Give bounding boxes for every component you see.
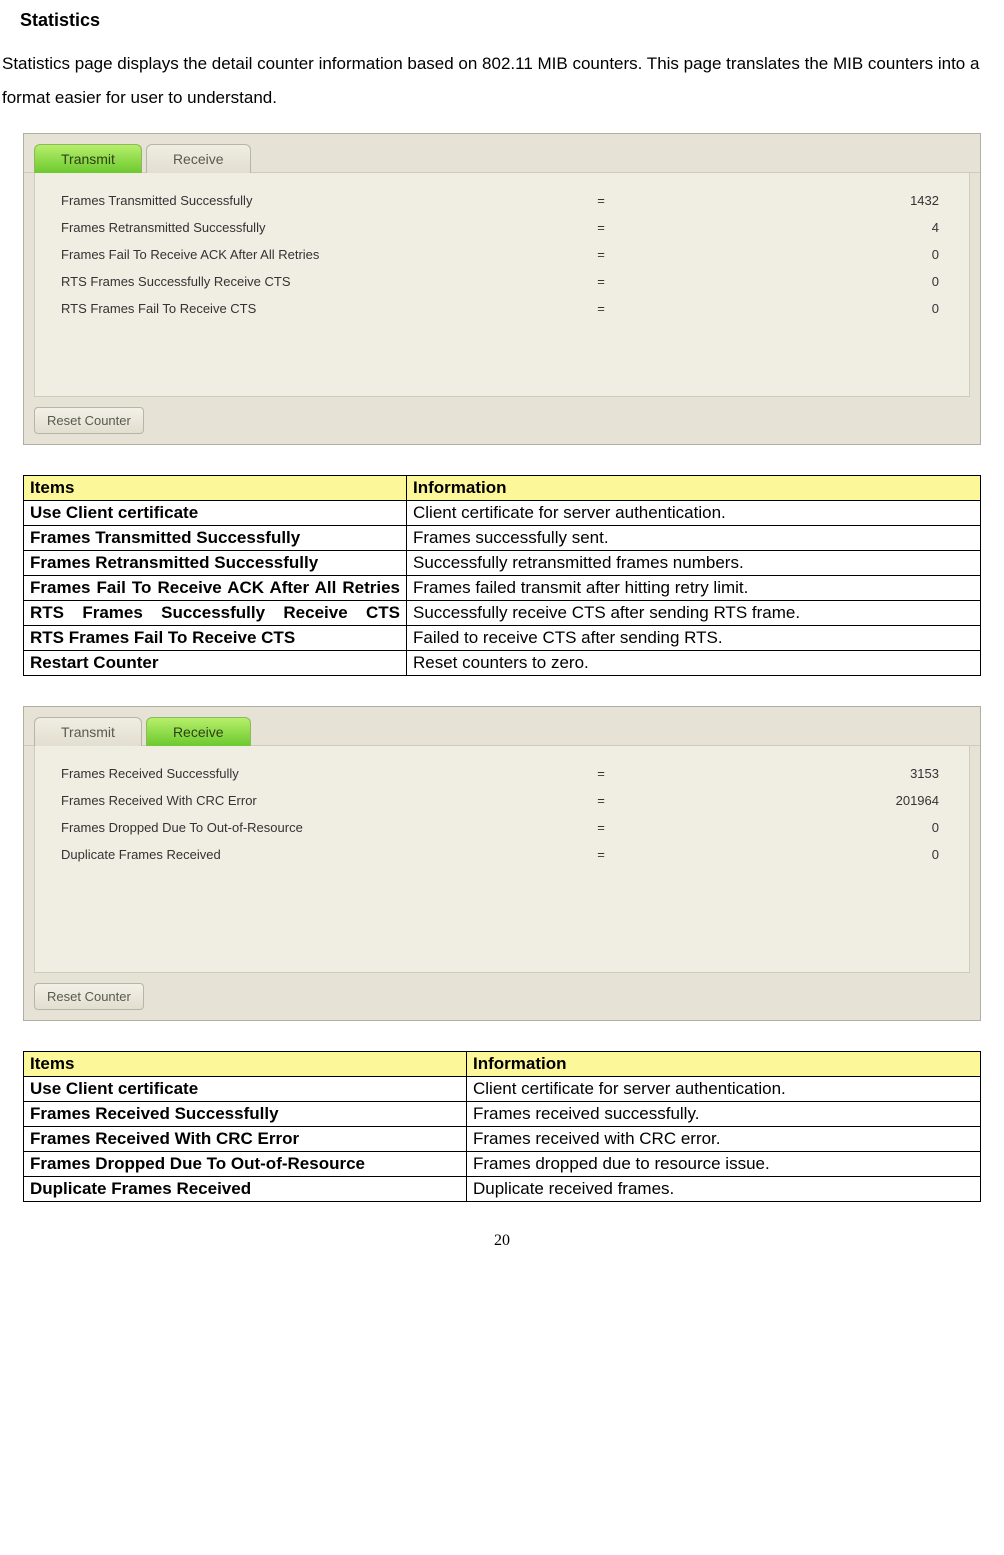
info-cell: Frames successfully sent. [407,526,981,551]
info-cell: Duplicate received frames. [467,1177,981,1202]
item-cell: Frames Dropped Due To Out-of-Resource [24,1152,467,1177]
table-row: Frames Fail To Receive ACK After All Ret… [24,576,981,601]
header-information: Information [407,476,981,501]
tab-transmit[interactable]: Transmit [34,717,142,746]
stat-label: RTS Frames Fail To Receive CTS [61,301,581,316]
stat-label: Frames Fail To Receive ACK After All Ret… [61,247,581,262]
info-cell: Frames failed transmit after hitting ret… [407,576,981,601]
section-title: Statistics [20,10,1004,31]
stat-value: 0 [621,247,969,262]
table-row: RTS Frames Fail To Receive CTS Failed to… [24,626,981,651]
item-cell: Frames Fail To Receive ACK After All Ret… [24,576,407,601]
receive-description-table: Items Information Use Client certificate… [23,1051,981,1202]
stat-value: 0 [621,820,969,835]
transmit-stats-panel: Transmit Receive Frames Transmitted Succ… [23,133,981,445]
table-row: Frames Received With CRC Error Frames re… [24,1127,981,1152]
tab-bar: Transmit Receive [24,134,980,173]
info-cell: Successfully receive CTS after sending R… [407,601,981,626]
item-cell: Use Client certificate [24,501,407,526]
stat-row: Duplicate Frames Received = 0 [35,841,969,868]
stat-value: 0 [621,301,969,316]
stat-row: Frames Transmitted Successfully = 1432 [35,187,969,214]
info-cell: Reset counters to zero. [407,651,981,676]
equals-sign: = [581,247,621,262]
stat-label: Frames Dropped Due To Out-of-Resource [61,820,581,835]
info-cell: Client certificate for server authentica… [467,1077,981,1102]
panel-bottom: Reset Counter [24,973,980,1020]
stat-row: Frames Dropped Due To Out-of-Resource = … [35,814,969,841]
page-number: 20 [0,1232,1004,1250]
item-cell: Frames Received With CRC Error [24,1127,467,1152]
table-row: RTS Frames Successfully Receive CTS Succ… [24,601,981,626]
stat-row: Frames Received Successfully = 3153 [35,760,969,787]
reset-counter-button[interactable]: Reset Counter [34,407,144,434]
stat-row: Frames Retransmitted Successfully = 4 [35,214,969,241]
item-cell: Duplicate Frames Received [24,1177,467,1202]
equals-sign: = [581,274,621,289]
item-cell: Frames Retransmitted Successfully [24,551,407,576]
header-information: Information [467,1052,981,1077]
equals-sign: = [581,793,621,808]
table-row: Use Client certificate Client certificat… [24,501,981,526]
info-cell: Failed to receive CTS after sending RTS. [407,626,981,651]
equals-sign: = [581,847,621,862]
receive-stats-panel: Transmit Receive Frames Received Success… [23,706,981,1021]
stats-area: Frames Received Successfully = 3153 Fram… [34,746,970,973]
table-row: Use Client certificate Client certificat… [24,1077,981,1102]
transmit-description-table: Items Information Use Client certificate… [23,475,981,676]
table-row: Restart Counter Reset counters to zero. [24,651,981,676]
tab-transmit[interactable]: Transmit [34,144,142,173]
stat-value: 1432 [621,193,969,208]
stat-row: Frames Fail To Receive ACK After All Ret… [35,241,969,268]
info-cell: Frames received successfully. [467,1102,981,1127]
equals-sign: = [581,193,621,208]
stat-value: 0 [621,274,969,289]
intro-text: Statistics page displays the detail coun… [2,47,1002,115]
panel-bottom: Reset Counter [24,397,980,444]
item-cell: Use Client certificate [24,1077,467,1102]
table-row: Duplicate Frames Received Duplicate rece… [24,1177,981,1202]
stat-value: 201964 [621,793,969,808]
stat-row: Frames Received With CRC Error = 201964 [35,787,969,814]
table-row: Frames Received Successfully Frames rece… [24,1102,981,1127]
stat-value: 4 [621,220,969,235]
item-cell: RTS Frames Successfully Receive CTS [24,601,407,626]
stat-row: RTS Frames Successfully Receive CTS = 0 [35,268,969,295]
stat-label: RTS Frames Successfully Receive CTS [61,274,581,289]
info-cell: Frames received with CRC error. [467,1127,981,1152]
stat-label: Frames Received Successfully [61,766,581,781]
equals-sign: = [581,820,621,835]
stat-label: Frames Transmitted Successfully [61,193,581,208]
item-cell: Frames Received Successfully [24,1102,467,1127]
stat-value: 3153 [621,766,969,781]
header-items: Items [24,1052,467,1077]
tab-bar: Transmit Receive [24,707,980,746]
equals-sign: = [581,766,621,781]
info-cell: Successfully retransmitted frames number… [407,551,981,576]
tab-receive[interactable]: Receive [146,144,251,173]
stat-label: Duplicate Frames Received [61,847,581,862]
header-items: Items [24,476,407,501]
stats-area: Frames Transmitted Successfully = 1432 F… [34,173,970,397]
item-cell: Restart Counter [24,651,407,676]
stat-label: Frames Retransmitted Successfully [61,220,581,235]
stat-label: Frames Received With CRC Error [61,793,581,808]
reset-counter-button[interactable]: Reset Counter [34,983,144,1010]
info-cell: Client certificate for server authentica… [407,501,981,526]
item-cell: Frames Transmitted Successfully [24,526,407,551]
stat-value: 0 [621,847,969,862]
equals-sign: = [581,220,621,235]
tab-receive[interactable]: Receive [146,717,251,746]
table-row: Frames Dropped Due To Out-of-Resource Fr… [24,1152,981,1177]
info-cell: Frames dropped due to resource issue. [467,1152,981,1177]
stat-row: RTS Frames Fail To Receive CTS = 0 [35,295,969,322]
table-row: Frames Transmitted Successfully Frames s… [24,526,981,551]
equals-sign: = [581,301,621,316]
item-cell: RTS Frames Fail To Receive CTS [24,626,407,651]
table-row: Frames Retransmitted Successfully Succes… [24,551,981,576]
